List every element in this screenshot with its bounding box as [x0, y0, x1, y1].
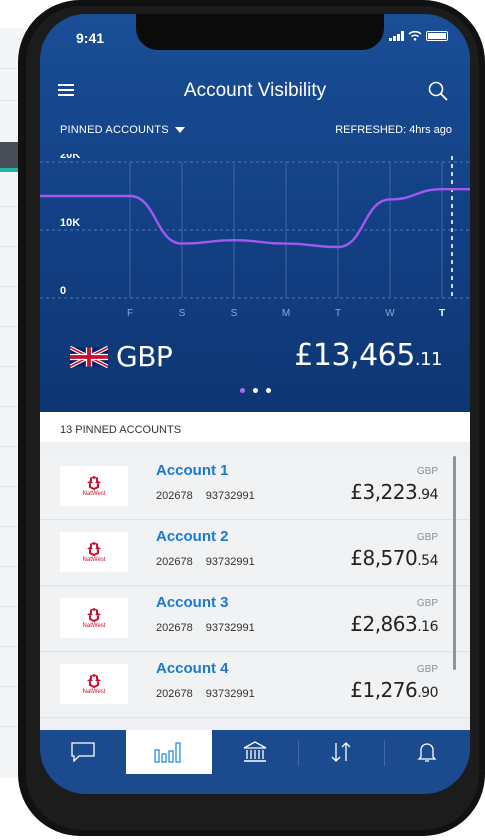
account-numbers: 202678 93732991	[156, 688, 255, 700]
balance-chart: 20K 10K 0 F S S M T W T	[40, 154, 470, 319]
bell-icon	[417, 743, 437, 762]
account-numbers: 202678 93732991	[156, 622, 255, 634]
natwest-cubes-icon	[87, 673, 101, 688]
account-numbers: 202678 93732991	[156, 490, 255, 502]
account-name[interactable]: Account 3	[156, 594, 229, 611]
filter-row: PINNED ACCOUNTS REFRESHED: 4hrs ago	[40, 120, 470, 140]
pinned-accounts-dropdown[interactable]: PINNED ACCOUNTS	[60, 124, 185, 136]
account-name[interactable]: Account 1	[156, 462, 229, 479]
account-number: 93732991	[205, 490, 255, 502]
natwest-cubes-icon	[87, 607, 101, 622]
chart-y-tick-label: 20K	[60, 154, 80, 161]
uk-flag-icon	[70, 346, 108, 368]
chart-x-tick-label: W	[385, 308, 395, 319]
list-scrollbar[interactable]	[453, 456, 456, 670]
natwest-logo: NatWest	[60, 532, 128, 572]
account-row[interactable]: NatWest Account 4 202678 93732991 GBP £1…	[40, 654, 470, 718]
chart-x-tick-label: M	[282, 308, 290, 319]
status-icons	[389, 30, 448, 41]
signal-icon	[389, 30, 404, 41]
bank-name: NatWest	[82, 490, 106, 497]
account-balance: £3,223.94	[350, 480, 438, 504]
chart-x-tick-label: S	[179, 308, 186, 319]
balance-decimal: .54	[417, 553, 438, 569]
chat-icon	[71, 742, 95, 762]
currency-code: GBP	[116, 340, 173, 373]
balance-decimal: .90	[417, 685, 438, 701]
status-time: 9:41	[76, 30, 105, 46]
tab-messages[interactable]	[40, 730, 126, 774]
chart-y-tick-label: 10K	[60, 217, 80, 229]
balance-main: £3,223	[350, 480, 418, 504]
natwest-logo: NatWest	[60, 664, 128, 704]
chart-x-tick-label: T	[335, 308, 341, 319]
account-row[interactable]: NatWest Account 3 202678 93732991 GBP £2…	[40, 588, 470, 652]
sort-code: 202678	[156, 688, 193, 700]
account-numbers: 202678 93732991	[156, 556, 255, 568]
account-row[interactable]: NatWest Account 2 202678 93732991 GBP £8…	[40, 522, 470, 586]
account-number: 93732991	[205, 688, 255, 700]
refreshed-status: REFRESHED: 4hrs ago	[335, 124, 452, 136]
tab-insights[interactable]	[126, 730, 212, 774]
balance-decimal: .94	[417, 487, 438, 503]
chart-x-tick-label: T	[439, 308, 445, 319]
chart-x-tick-label: F	[127, 308, 133, 319]
currency-summary: GBP £13,465.11	[40, 336, 470, 376]
bank-name: NatWest	[82, 556, 106, 563]
chart-series-line	[40, 188, 470, 249]
sort-code: 202678	[156, 622, 193, 634]
balance-decimal: .16	[417, 619, 438, 635]
account-balance: £1,276.90	[350, 678, 438, 702]
pinned-accounts-list: 13 PINNED ACCOUNTS NatWest Account 1 202…	[40, 412, 470, 730]
balance-main: £1,276	[350, 678, 418, 702]
bank-name: NatWest	[82, 688, 106, 695]
account-name[interactable]: Account 2	[156, 528, 229, 545]
natwest-logo: NatWest	[60, 598, 128, 638]
natwest-cubes-icon	[87, 475, 101, 490]
balance-main: £8,570	[350, 546, 418, 570]
phone-screen: 9:41 Account Visibility PINNED ACCOUNTS …	[40, 14, 470, 794]
bank-name: NatWest	[82, 622, 106, 629]
account-number: 93732991	[205, 622, 255, 634]
account-row[interactable]: NatWest Account 1 202678 93732991 GBP £3…	[40, 456, 470, 520]
account-currency: GBP	[416, 598, 438, 609]
battery-icon	[426, 30, 448, 41]
page-dot-active[interactable]	[239, 388, 245, 393]
page-title: Account Visibility	[183, 80, 327, 101]
chart-y-tick-label: 0	[60, 285, 66, 297]
sort-code: 202678	[156, 556, 193, 568]
tab-notifications[interactable]	[384, 730, 470, 774]
total-balance-decimal: .11	[414, 349, 443, 370]
natwest-logo: NatWest	[60, 466, 128, 506]
pinned-accounts-label: PINNED ACCOUNTS	[60, 124, 169, 136]
account-currency: GBP	[416, 532, 438, 543]
sort-code: 202678	[156, 490, 193, 502]
bottom-tab-bar	[40, 730, 470, 794]
natwest-cubes-icon	[87, 541, 101, 556]
balance-main: £2,863	[350, 612, 418, 636]
tab-banks[interactable]	[212, 730, 298, 774]
account-balance: £8,570.54	[350, 546, 438, 570]
list-header: 13 PINNED ACCOUNTS	[40, 412, 470, 442]
tab-transfers[interactable]	[298, 730, 384, 774]
page-dot[interactable]	[265, 388, 271, 393]
total-balance-main: £13,465	[294, 338, 415, 373]
page-dot[interactable]	[252, 388, 258, 393]
account-balance: £2,863.16	[350, 612, 438, 636]
chart-x-tick-label: S	[231, 308, 238, 319]
page-indicator[interactable]	[40, 388, 470, 393]
total-balance: £13,465.11	[294, 338, 442, 373]
account-currency: GBP	[416, 664, 438, 675]
bank-icon	[243, 741, 267, 762]
search-icon[interactable]	[428, 81, 448, 101]
account-currency: GBP	[416, 466, 438, 477]
bar-chart-icon	[154, 742, 181, 763]
status-bar: 9:41	[40, 14, 470, 58]
account-number: 93732991	[205, 556, 255, 568]
wifi-icon	[408, 30, 422, 41]
transfer-icon	[331, 742, 351, 762]
caret-down-icon	[174, 127, 185, 134]
account-name[interactable]: Account 4	[156, 660, 229, 677]
app-bar: Account Visibility	[40, 72, 470, 106]
